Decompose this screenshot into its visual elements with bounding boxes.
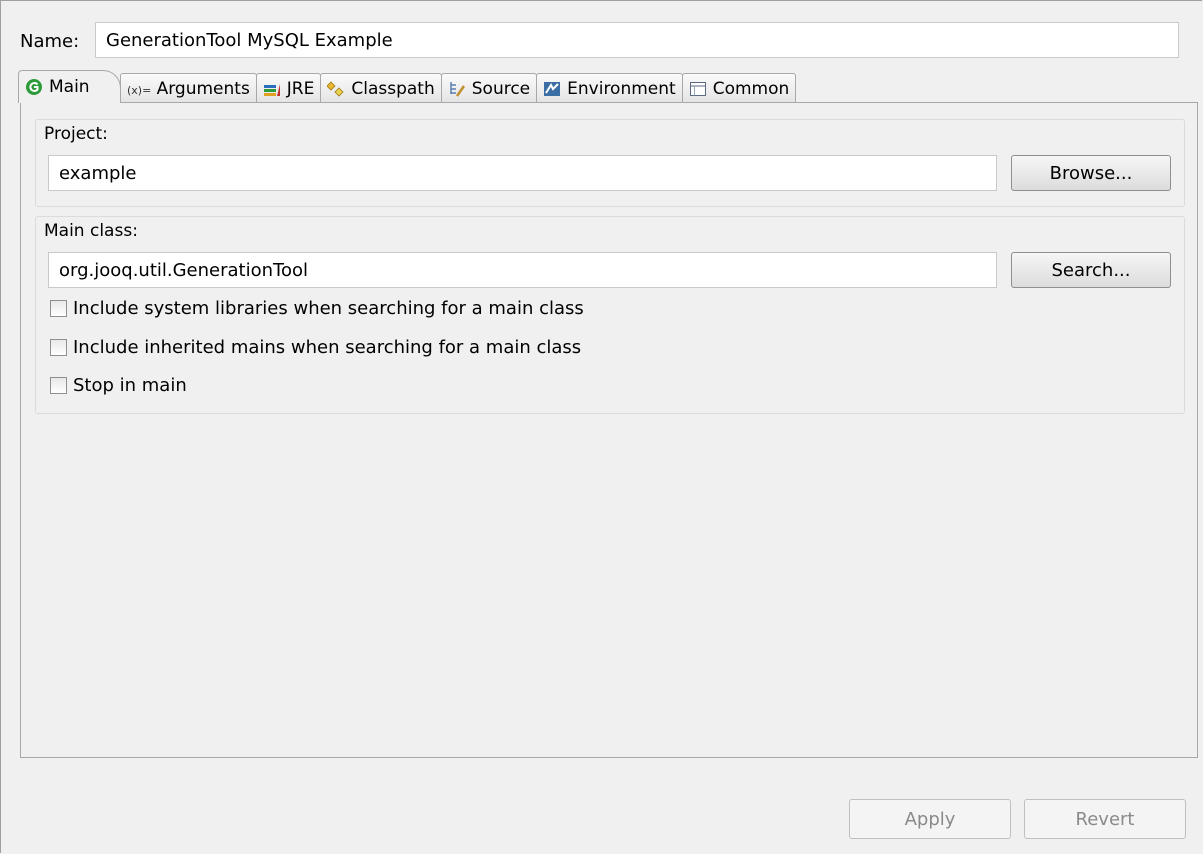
stop-in-main-checkbox[interactable]	[50, 377, 67, 394]
include-inherited-mains-option[interactable]: Include inherited mains when searching f…	[50, 337, 581, 358]
tab-label: Environment	[567, 78, 676, 99]
browse-button[interactable]: Browse...	[1011, 155, 1171, 191]
main-class-input[interactable]	[48, 252, 997, 288]
name-row: Name:	[20, 22, 95, 60]
tab-label: Arguments	[156, 78, 250, 99]
tab-common[interactable]: Common	[681, 73, 797, 103]
tab-classpath[interactable]: Classpath	[320, 73, 442, 103]
tab-source[interactable]: Source	[440, 73, 538, 103]
tab-label: Classpath	[351, 78, 435, 99]
main-class-icon	[25, 78, 43, 96]
tab-arguments[interactable]: (x)= Arguments	[119, 73, 257, 103]
main-class-group: Main class: Search... Include system lib…	[35, 216, 1185, 414]
checkbox-label: Include inherited mains when searching f…	[73, 337, 582, 358]
tab-label: Common	[712, 78, 790, 99]
common-icon	[689, 80, 707, 98]
tab-label: JRE	[286, 78, 315, 99]
svg-text:(x)=: (x)=	[127, 84, 151, 97]
include-inherited-mains-checkbox[interactable]	[50, 339, 67, 356]
revert-button[interactable]: Revert	[1024, 799, 1186, 839]
project-group: Project: Browse...	[35, 119, 1185, 207]
tab-main[interactable]: Main	[18, 70, 121, 103]
apply-button[interactable]: Apply	[849, 799, 1011, 839]
project-label: Project:	[44, 124, 108, 144]
main-tab-panel: Project: Browse... Main class: Search...…	[20, 102, 1198, 758]
arguments-icon: (x)=	[127, 80, 151, 98]
environment-icon	[543, 80, 561, 98]
search-button[interactable]: Search...	[1011, 252, 1171, 288]
tab-jre[interactable]: JRE	[255, 73, 322, 103]
checkbox-label: Include system libraries when searching …	[73, 298, 584, 319]
classpath-icon	[326, 80, 345, 98]
jre-icon	[263, 80, 281, 98]
name-label: Name:	[20, 30, 80, 52]
source-icon	[448, 80, 466, 98]
tab-label: Source	[471, 78, 531, 99]
include-system-libraries-checkbox[interactable]	[50, 300, 67, 317]
project-input[interactable]	[48, 155, 997, 191]
tab-environment[interactable]: Environment	[536, 73, 683, 103]
tab-bar: Main (x)= Arguments JRE Classpath Source…	[18, 70, 797, 103]
checkbox-label: Stop in main	[73, 375, 187, 396]
tab-label: Main	[49, 77, 90, 97]
stop-in-main-option[interactable]: Stop in main	[50, 375, 187, 396]
main-class-label: Main class:	[44, 221, 138, 241]
name-input[interactable]	[95, 22, 1179, 58]
include-system-libraries-option[interactable]: Include system libraries when searching …	[50, 298, 584, 319]
